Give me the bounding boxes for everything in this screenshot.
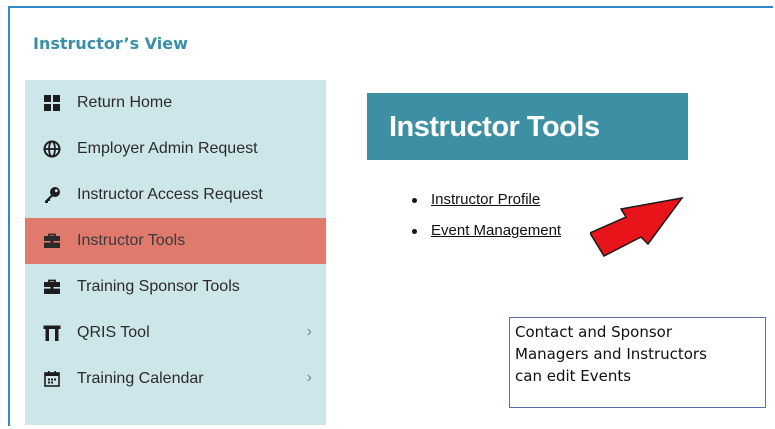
sidebar-nav: Return Home Employer Admin Request Instr…: [25, 80, 326, 425]
sidebar-item-training-sponsor-tools[interactable]: Training Sponsor Tools: [25, 264, 326, 310]
sidebar-item-instructor-tools[interactable]: Instructor Tools: [25, 218, 326, 264]
sidebar-item-label: Training Calendar: [77, 370, 204, 387]
sidebar-item-training-calendar[interactable]: Training Calendar ›: [25, 356, 326, 402]
grid-icon: [42, 93, 62, 113]
event-management-link[interactable]: Event Management: [431, 222, 561, 239]
note-line: can edit Events: [515, 367, 632, 385]
sidebar-item-label: Return Home: [77, 94, 173, 111]
instructor-profile-link[interactable]: Instructor Profile: [431, 191, 540, 208]
sidebar-item-label: QRIS Tool: [77, 324, 150, 341]
key-icon: [42, 185, 62, 205]
sidebar-item-instructor-access-request[interactable]: Instructor Access Request: [25, 172, 326, 218]
list-item: Event Management: [410, 219, 561, 250]
sidebar-item-return-home[interactable]: Return Home: [25, 80, 326, 126]
torii-icon: [42, 323, 62, 343]
toolbox-icon: [42, 277, 62, 297]
calendar-icon: [42, 369, 62, 389]
globe-icon: [42, 139, 62, 159]
chevron-right-icon[interactable]: ›: [307, 369, 312, 387]
red-arrow-annotation: [590, 196, 684, 257]
toolbox-icon: [42, 231, 62, 251]
note-line: Contact and Sponsor: [515, 323, 673, 341]
page-title-banner: Instructor Tools: [367, 93, 688, 160]
sidebar-item-employer-admin-request[interactable]: Employer Admin Request: [25, 126, 326, 172]
sidebar-item-label: Instructor Access Request: [77, 186, 263, 203]
note-line: Managers and Instructors: [515, 345, 707, 363]
sidebar-item-qris-tool[interactable]: QRIS Tool ›: [25, 310, 326, 356]
chevron-right-icon[interactable]: ›: [307, 323, 312, 341]
sidebar-item-label: Instructor Tools: [77, 232, 186, 249]
annotation-note: Contact and Sponsor Managers and Instruc…: [509, 317, 766, 408]
sidebar-item-label: Employer Admin Request: [77, 140, 258, 157]
page-title: Instructor Tools: [389, 111, 600, 143]
sidebar-item-label: Training Sponsor Tools: [77, 278, 240, 295]
list-item: Instructor Profile: [410, 188, 561, 219]
view-title: Instructor’s View: [33, 34, 188, 53]
tools-link-list: Instructor Profile Event Management: [410, 188, 561, 250]
